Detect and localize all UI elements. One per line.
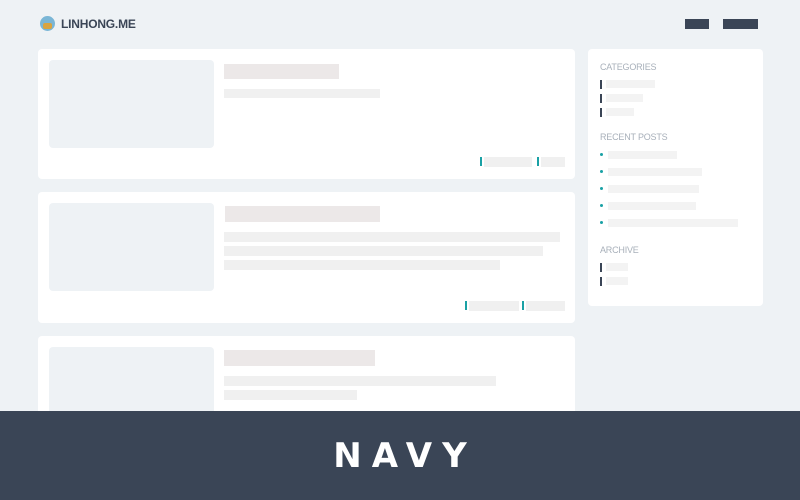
post-thumbnail[interactable] <box>49 60 214 148</box>
post-excerpt-placeholder <box>224 260 500 270</box>
post-card[interactable] <box>38 192 575 323</box>
theme-banner: NAVY <box>0 411 800 500</box>
archive-item[interactable] <box>606 263 628 271</box>
post-tag-placeholder[interactable] <box>469 301 519 311</box>
post-excerpt-placeholder <box>224 89 380 98</box>
archive-heading: ARCHIVE <box>600 245 639 255</box>
bullet-icon <box>600 187 603 190</box>
post-card[interactable] <box>38 49 575 179</box>
category-item[interactable] <box>606 108 634 116</box>
tag-marker <box>465 301 467 310</box>
bullet-icon <box>600 153 603 156</box>
post-excerpt-placeholder <box>224 390 357 400</box>
category-item[interactable] <box>606 80 655 88</box>
site-name[interactable]: LINHONG.ME <box>61 17 136 31</box>
recent-posts-heading: RECENT POSTS <box>600 132 668 142</box>
archive-marker <box>600 263 602 272</box>
post-title-placeholder[interactable] <box>225 206 380 222</box>
nav-item-2[interactable] <box>723 19 758 29</box>
nav-item-1[interactable] <box>685 19 709 29</box>
site-header: LINHONG.ME <box>0 0 800 48</box>
bullet-icon <box>600 170 603 173</box>
post-tag-placeholder[interactable] <box>541 157 565 167</box>
post-excerpt-placeholder <box>224 246 543 256</box>
archive-marker <box>600 277 602 286</box>
recent-post-item[interactable] <box>608 202 696 210</box>
post-tag-placeholder[interactable] <box>526 301 565 311</box>
post-title-placeholder[interactable] <box>224 350 375 366</box>
categories-heading: CATEGORIES <box>600 62 657 72</box>
site-logo[interactable]: LINHONG.ME <box>40 16 136 31</box>
theme-name: NAVY <box>333 435 477 476</box>
archive-item[interactable] <box>606 277 628 285</box>
post-excerpt-placeholder <box>224 232 560 242</box>
tag-marker <box>480 157 482 166</box>
post-tag-placeholder[interactable] <box>484 157 532 167</box>
tag-marker <box>537 157 539 166</box>
category-marker <box>600 108 602 117</box>
post-title-placeholder[interactable] <box>224 64 339 79</box>
bullet-icon <box>600 221 603 224</box>
tag-marker <box>522 301 524 310</box>
recent-post-item[interactable] <box>608 185 699 193</box>
sidebar: CATEGORIES RECENT POSTS ARCHIVE <box>588 49 763 306</box>
recent-post-item[interactable] <box>608 219 738 227</box>
post-excerpt-placeholder <box>224 376 496 386</box>
avatar-icon <box>40 16 55 31</box>
post-thumbnail[interactable] <box>49 203 214 291</box>
category-marker <box>600 94 602 103</box>
category-marker <box>600 80 602 89</box>
recent-post-item[interactable] <box>608 168 702 176</box>
category-item[interactable] <box>606 94 643 102</box>
bullet-icon <box>600 204 603 207</box>
recent-post-item[interactable] <box>608 151 677 159</box>
